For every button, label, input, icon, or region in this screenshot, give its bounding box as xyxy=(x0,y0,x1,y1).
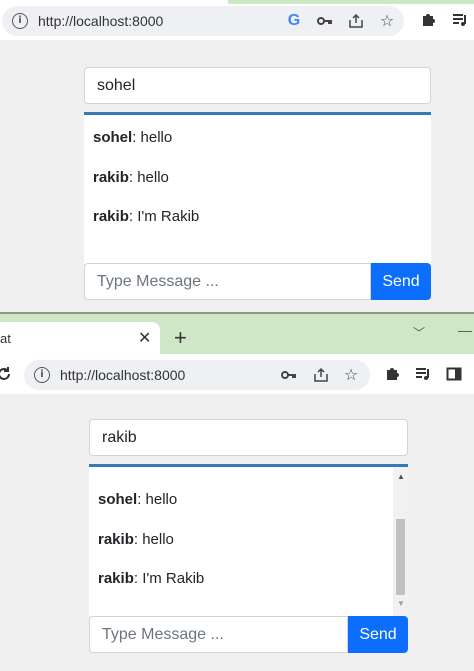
message-sender: rakib xyxy=(93,169,129,186)
browser-window-sohel: i http://localhost:8000 G ☆ sohel sohel:… xyxy=(0,0,474,312)
message-item: rakib: hello xyxy=(98,531,174,548)
message-item: rakib: I'm Rakib xyxy=(93,208,199,225)
message-item: rakib: I'm Rakib xyxy=(98,570,204,587)
media-control-icon[interactable] xyxy=(413,364,433,384)
message-sender: sohel xyxy=(93,129,133,146)
info-icon[interactable]: i xyxy=(34,367,50,383)
puzzle-icon[interactable] xyxy=(418,10,438,30)
message-sender: rakib xyxy=(98,531,134,548)
side-panel-icon[interactable] xyxy=(444,364,464,384)
scroll-down-arrow-icon[interactable]: ▼ xyxy=(397,599,405,608)
message-text: : hello xyxy=(133,531,174,548)
message-sender: rakib xyxy=(93,208,129,225)
chat-scrollbar[interactable]: ▲ ▼ xyxy=(393,467,408,616)
tab-strip-edge xyxy=(228,0,474,4)
url-text[interactable]: http://localhost:8000 xyxy=(38,13,163,29)
tab-chat[interactable]: at ✕ xyxy=(0,322,160,354)
star-icon[interactable]: ☆ xyxy=(341,364,361,384)
url-text[interactable]: http://localhost:8000 xyxy=(60,367,185,383)
message-sender: rakib xyxy=(98,570,134,587)
message-text: : I'm Rakib xyxy=(128,208,200,225)
close-icon[interactable]: ✕ xyxy=(138,328,151,348)
message-item: sohel: hello xyxy=(93,129,172,146)
message-text: : I'm Rakib xyxy=(133,570,205,587)
message-text: : hello xyxy=(132,129,173,146)
info-icon[interactable]: i xyxy=(12,13,28,29)
message-item: rakib: hello xyxy=(93,169,169,186)
tab-strip: at ✕ + ﹀ — xyxy=(0,314,474,354)
address-bar[interactable]: i http://localhost:8000 G ☆ xyxy=(2,6,404,36)
address-bar[interactable]: i http://localhost:8000 ☆ xyxy=(24,360,370,390)
scrollbar-thumb[interactable] xyxy=(396,519,405,595)
media-control-icon[interactable] xyxy=(450,10,470,30)
share-icon[interactable] xyxy=(346,11,366,31)
message-input[interactable]: Type Message ... xyxy=(89,616,348,653)
send-button[interactable]: Send xyxy=(348,616,408,653)
browser-toolbar: i http://localhost:8000 ☆ xyxy=(0,354,474,394)
send-button[interactable]: Send xyxy=(371,263,431,300)
chat-messages-box: sohel: hello rakib: hello rakib: I'm Rak… xyxy=(84,112,431,264)
username-input[interactable]: sohel xyxy=(84,67,431,104)
message-item: sohel: hello xyxy=(98,491,177,508)
share-icon[interactable] xyxy=(311,365,331,385)
google-icon[interactable]: G xyxy=(284,11,304,31)
minimize-icon[interactable]: — xyxy=(458,322,472,338)
puzzle-icon[interactable] xyxy=(382,364,402,384)
message-sender: sohel xyxy=(98,491,138,508)
browser-toolbar: i http://localhost:8000 G ☆ xyxy=(0,0,474,40)
key-icon[interactable] xyxy=(279,365,299,385)
reload-icon[interactable] xyxy=(0,364,14,384)
message-text: : hello xyxy=(128,169,169,186)
browser-window-rakib: at ✕ + ﹀ — i http://localhost:8000 ☆ rak… xyxy=(0,314,474,671)
username-input[interactable]: rakib xyxy=(89,419,408,456)
message-input[interactable]: Type Message ... xyxy=(84,263,371,300)
chevron-down-icon[interactable]: ﹀ xyxy=(413,324,425,341)
scroll-up-arrow-icon[interactable]: ▲ xyxy=(397,472,405,481)
message-text: : hello xyxy=(137,491,178,508)
tab-title: at xyxy=(0,331,11,346)
star-icon[interactable]: ☆ xyxy=(377,10,397,30)
chat-messages-box: sohel: hello rakib: hello rakib: I'm Rak… xyxy=(89,464,408,616)
key-icon[interactable] xyxy=(315,11,335,31)
new-tab-icon[interactable]: + xyxy=(174,327,187,349)
